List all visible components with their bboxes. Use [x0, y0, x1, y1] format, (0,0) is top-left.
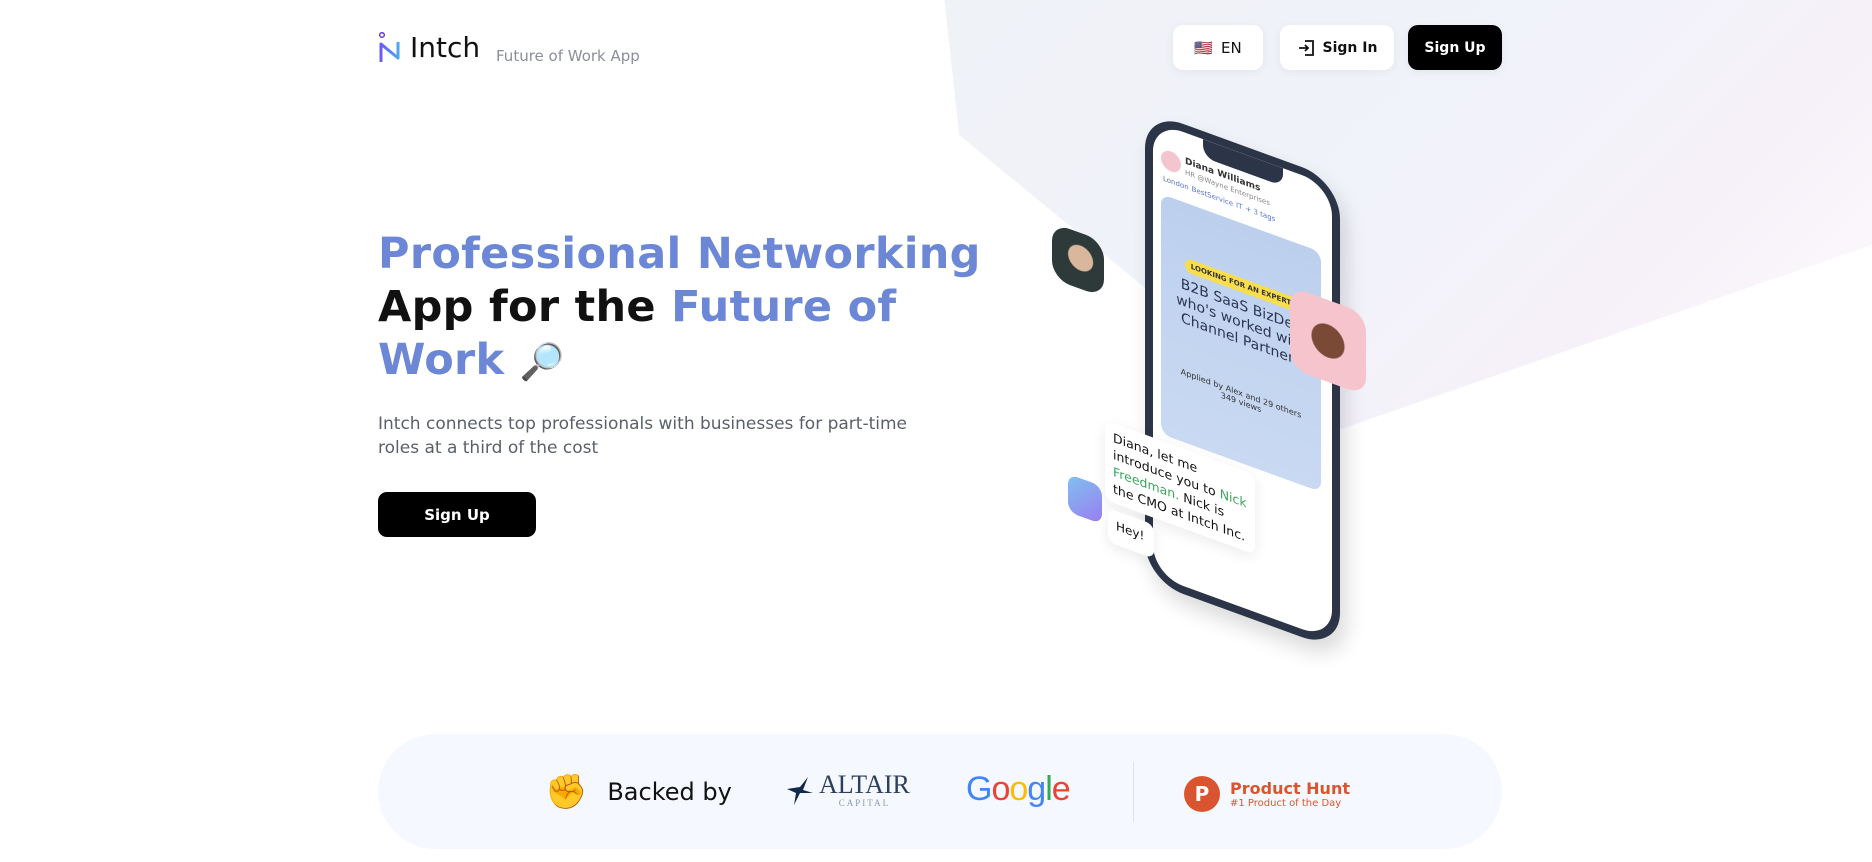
tagline: Future of Work App [496, 47, 640, 65]
raised-fist-icon: ✊ [545, 772, 588, 812]
product-hunt-subtitle: #1 Product of the Day [1230, 798, 1342, 809]
logo[interactable]: Intch [378, 32, 480, 64]
hero-sign-up-button[interactable]: Sign Up [378, 492, 536, 537]
altair-sub: CAPITAL [838, 798, 891, 808]
sign-in-icon [1298, 39, 1314, 56]
tag: + 3 tags [1245, 204, 1276, 224]
backed-by-label: Backed by [607, 778, 732, 806]
title-accent: Future of [671, 282, 897, 332]
product-hunt-icon: P [1184, 776, 1220, 812]
hero-title: Professional Networking App for the Futu… [378, 228, 981, 389]
title-accent: Work [378, 335, 505, 385]
tag: IT [1236, 201, 1243, 212]
google-text: Google [966, 770, 1071, 808]
altair-name: ALTAIR [819, 770, 910, 799]
product-hunt-title: Product Hunt [1230, 779, 1350, 798]
google-logo[interactable]: Google [966, 770, 1071, 809]
sign-in-button[interactable]: Sign In [1280, 25, 1394, 70]
background-shape [940, 0, 1872, 435]
product-hunt-badge[interactable]: P Product Hunt #1 Product of the Day [1184, 776, 1350, 812]
sign-in-label: Sign In [1322, 39, 1378, 56]
language-button[interactable]: 🇺🇸 EN [1173, 25, 1263, 70]
brand-name: Intch [410, 31, 481, 64]
avatar [1161, 147, 1181, 176]
applied-text: Applied by Alex and 29 others [1180, 367, 1302, 420]
hero-description: Intch connects top professionals with bu… [378, 414, 908, 458]
language-label: EN [1220, 38, 1242, 57]
magnifier-icon: 🔎 [519, 342, 565, 383]
title-text: App for the [378, 282, 672, 332]
title-accent: Professional Networking [378, 229, 981, 279]
divider [1133, 762, 1134, 822]
intch-badge-icon [1068, 473, 1102, 525]
phone-mockup: Diana Williams HR @Wayne Enterprises Lon… [1145, 110, 1340, 651]
sign-up-button[interactable]: Sign Up [1408, 25, 1502, 70]
backed-by: ✊ Backed by [545, 772, 732, 812]
altair-capital-logo[interactable]: ALTAIR CAPITAL [785, 772, 910, 808]
us-flag-icon: 🇺🇸 [1194, 38, 1213, 57]
star-icon [787, 777, 813, 805]
views-text: 349 views [1220, 390, 1262, 415]
tag: London [1163, 174, 1189, 192]
intch-logo-icon [378, 32, 400, 62]
